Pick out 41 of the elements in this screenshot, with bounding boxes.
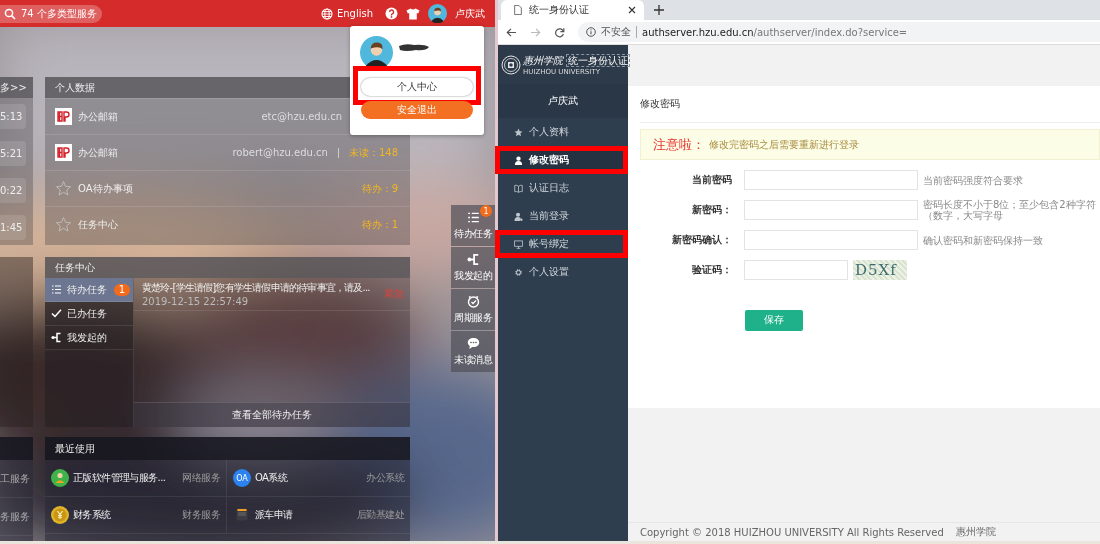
field-label: 新密码确认： [671,233,733,247]
time-chip: 1:45 [0,215,27,240]
panel-title: 最近使用 [55,441,95,456]
field-hint: 确认密码和新密码保持一致 [923,234,1044,246]
count-text: 待办：9 [361,181,398,196]
field-label: 验证码： [691,263,733,277]
item-name: 办公邮箱 [78,145,118,160]
task-time: 2019-12-15 22:57:49 [142,296,250,307]
page-title: 修改密码 [640,97,680,111]
category-text: 办公系统 [366,471,404,485]
category-text: 财务服务 [182,508,220,522]
category-text: 网络服务 [182,471,220,485]
panel-title: 任务中心 [55,260,95,275]
url-text: authserver.hzu.edu.cn/authserver/index.do?service= [642,26,908,38]
count-text: 未读：148 [348,145,398,160]
time-chip: 0:22 [0,178,27,203]
field-hint: 密码长度不小于8位；至少包含2种字符（数字，大写字母 [923,199,1097,221]
notice-title: 注意啦： [653,135,705,154]
item-name: 办公邮箱 [78,109,118,124]
category-text: 后勤基建处 [356,508,404,522]
field-hint: 当前密码强度符合要求 [923,174,1024,186]
school-name: 惠州学院 [523,53,563,67]
count-badge: 1 [480,205,492,217]
field-label: 当前密码 [691,173,733,187]
count-text: 待办：1 [361,217,398,232]
time-chip: 5:21 [0,141,27,166]
footer-school: 惠州学院 [955,525,996,539]
panel-title: 个人数据 [55,80,95,95]
item-name: 任务中心 [78,217,118,232]
security-label: 不安全 [601,25,631,39]
priority-label: 紧急 [384,287,404,301]
count-badge: 1 [113,283,130,296]
copyright-text: Copyright © 2018 HUIZHOU UNIVERSITY All Rights Reserved [640,526,944,538]
account-text: robert@hzu.edu.cn [232,147,328,158]
time-chip: 5:13 [0,104,27,129]
field-label: 新密码： [691,203,733,217]
user-name: 卢庆武 [548,94,578,108]
account-text: etc@hzu.edu.cn [261,111,342,122]
notice-text: 修改完密码之后需要重新进行登录 [709,137,859,152]
task-title: 黄楚玲-[学生请假]您有学生请假申请的待审事宜，请及... [142,281,370,295]
item-name: OA待办事项 [78,181,133,196]
